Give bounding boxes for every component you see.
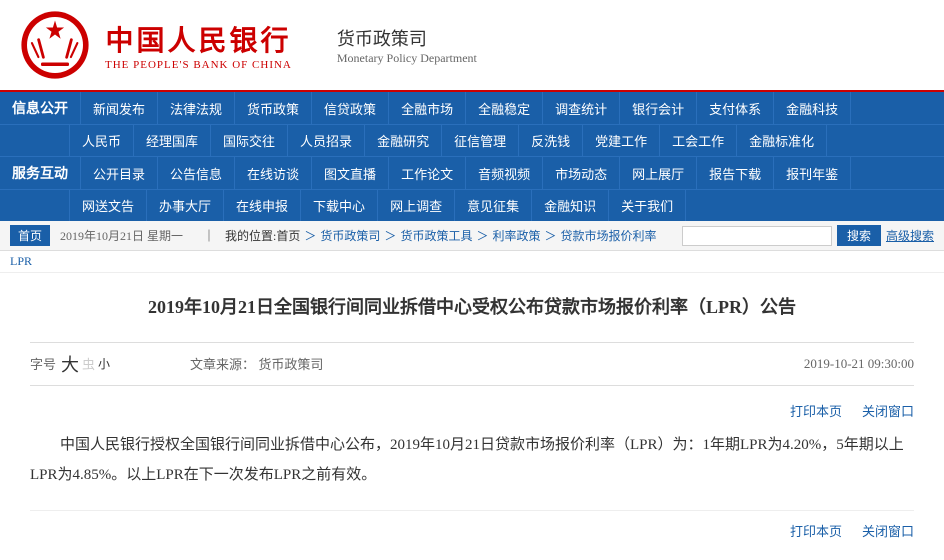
dept-info: 货币政策司 Monetary Policy Department: [337, 25, 477, 66]
breadcrumb-links: ＞ 货币政策司 ＞ 货币政策工具 ＞ 利率政策 ＞ 贷款市场报价利率: [300, 227, 656, 244]
breadcrumb-path-3[interactable]: 利率政策: [492, 227, 540, 244]
nav-row-4: 网送文告 办事大厅 在线申报 下载中心 网上调查 意见征集 金融知识 关于我们: [0, 189, 944, 221]
nav-dangji[interactable]: 党建工作: [583, 125, 660, 156]
nav-xindai[interactable]: 信贷政策: [312, 92, 389, 124]
nav-yinhang-kuaiji[interactable]: 银行会计: [620, 92, 697, 124]
navigation: 信息公开 新闻发布 法律法规 货币政策 信贷政策 全融市场 全融稳定 调查统计 …: [0, 92, 944, 221]
nav-jinrong-research[interactable]: 金融研究: [365, 125, 442, 156]
bank-name-en: THE PEOPLE'S BANK OF CHINA: [105, 59, 292, 71]
nav-wangshang[interactable]: 网上展厅: [620, 157, 697, 189]
nav-label-info: 信息公开: [0, 92, 81, 124]
breadcrumb-sep4: ＞: [544, 227, 556, 244]
article-meta: 字号 大 虫 小 文章来源： 货币政策司 2019-10-21 09:30:00: [30, 342, 914, 386]
advanced-search-link[interactable]: 高级搜索: [886, 227, 934, 244]
nav-jinrong-stable[interactable]: 全融稳定: [466, 92, 543, 124]
nav-row-3: 服务互动 公开目录 公告信息 在线访谈 图文直播 工作论文 音频视频 市场动态 …: [0, 156, 944, 189]
article-title: 2019年10月21日全国银行间同业拆借中心受权公布贷款市场报价利率（LPR）公…: [30, 293, 914, 322]
nav-zaixian-fangtan[interactable]: 在线访谈: [235, 157, 312, 189]
nav-xinwen[interactable]: 新闻发布: [81, 92, 158, 124]
logo-text: 中国人民银行 THE PEOPLE'S BANK OF CHINA: [105, 19, 292, 71]
nav-row-2: 人民币 经理国库 国际交往 人员招录 金融研究 征信管理 反洗钱 党建工作 工会…: [0, 124, 944, 156]
nav-falv[interactable]: 法律法规: [158, 92, 235, 124]
nav-shichang[interactable]: 市场动态: [543, 157, 620, 189]
nav-yijian[interactable]: 意见征集: [455, 190, 532, 221]
nav-zhifu[interactable]: 支付体系: [697, 92, 774, 124]
nav-tuwen[interactable]: 图文直播: [312, 157, 389, 189]
close-link-top[interactable]: 关闭窗口: [862, 401, 914, 420]
nav-wangshang-diaocha[interactable]: 网上调查: [378, 190, 455, 221]
breadcrumb-sep2: ＞: [384, 227, 396, 244]
breadcrumb-sep-arrow: ＞: [304, 227, 316, 244]
home-button[interactable]: 首页: [10, 225, 50, 246]
bank-name-cn: 中国人民银行: [105, 19, 291, 59]
nav-gonggao[interactable]: 公告信息: [158, 157, 235, 189]
print-link-bottom[interactable]: 打印本页: [790, 521, 842, 540]
nav-banshe[interactable]: 办事大厅: [147, 190, 224, 221]
logo-area: 中国人民银行 THE PEOPLE'S BANK OF CHINA 货币政策司 …: [20, 10, 477, 80]
nav-baogao[interactable]: 报告下载: [697, 157, 774, 189]
nav-biaozhun[interactable]: 金融标准化: [737, 125, 827, 156]
nav-guanyu[interactable]: 关于我们: [609, 190, 686, 221]
nav-yinpin[interactable]: 音频视频: [466, 157, 543, 189]
nav-diaocha[interactable]: 调查统计: [543, 92, 620, 124]
nav-renminbi[interactable]: 人民币: [70, 125, 134, 156]
article-content: 2019年10月21日全国银行间同业拆借中心受权公布贷款市场报价利率（LPR）公…: [0, 273, 944, 560]
search-button[interactable]: 搜索: [837, 225, 881, 246]
nav-renlu[interactable]: 人员招录: [288, 125, 365, 156]
nav-xiazai[interactable]: 下载中心: [301, 190, 378, 221]
nav-zaixian-shenbao[interactable]: 在线申报: [224, 190, 301, 221]
breadcrumb-date: 2019年10月21日 星期一: [60, 227, 183, 244]
nav-jinrong-market[interactable]: 全融市场: [389, 92, 466, 124]
nav-items-row3: 公开目录 公告信息 在线访谈 图文直播 工作论文 音频视频 市场动态 网上展厅 …: [81, 157, 944, 189]
close-link-bottom[interactable]: 关闭窗口: [862, 521, 914, 540]
font-large-btn[interactable]: 大: [61, 351, 79, 377]
nav-baogan[interactable]: 报刊年鉴: [774, 157, 851, 189]
page-header: 中国人民银行 THE PEOPLE'S BANK OF CHINA 货币政策司 …: [0, 0, 944, 92]
source-label: 文章来源：: [190, 357, 255, 372]
breadcrumb-my-location: 我的位置:首页: [225, 227, 300, 244]
nav-zhengxin[interactable]: 征信管理: [442, 125, 519, 156]
nav-guoku[interactable]: 经理国库: [134, 125, 211, 156]
nav-lunwen[interactable]: 工作论文: [389, 157, 466, 189]
article-body: 中国人民银行授权全国银行间同业拆借中心公布，2019年10月21日贷款市场报价利…: [30, 430, 914, 490]
font-small-btn[interactable]: 小: [98, 355, 110, 372]
dept-name-cn: 货币政策司: [337, 25, 477, 51]
action-bar-top: 打印本页 关闭窗口: [30, 401, 914, 420]
breadcrumb-path-2[interactable]: 货币政策工具: [400, 227, 472, 244]
action-bar-bottom: 打印本页 关闭窗口: [30, 510, 914, 540]
breadcrumb-path-1[interactable]: 货币政策司: [320, 227, 380, 244]
nav-jinrong-zhishi[interactable]: 金融知识: [532, 190, 609, 221]
breadcrumb-sep3: ＞: [476, 227, 488, 244]
nav-label-service: 服务互动: [0, 157, 81, 189]
lpr-label[interactable]: LPR: [10, 254, 32, 268]
article-source: 文章来源： 货币政策司: [190, 354, 323, 373]
nav-fanxi[interactable]: 反洗钱: [519, 125, 583, 156]
nav-gongkai-mulu[interactable]: 公开目录: [81, 157, 158, 189]
nav-guoji[interactable]: 国际交往: [211, 125, 288, 156]
nav-items-row4: 网送文告 办事大厅 在线申报 下载中心 网上调查 意见征集 金融知识 关于我们: [70, 190, 944, 221]
bank-emblem: [20, 10, 90, 80]
search-area: 搜索 高级搜索: [682, 225, 934, 246]
nav-items-row1: 新闻发布 法律法规 货币政策 信贷政策 全融市场 全融稳定 调查统计 银行会计 …: [81, 92, 944, 124]
breadcrumb-lpr: LPR: [0, 251, 944, 273]
breadcrumb-path-4[interactable]: 贷款市场报价利率: [561, 227, 657, 244]
print-link-top[interactable]: 打印本页: [790, 401, 842, 420]
source-value: 货币政策司: [258, 357, 323, 372]
nav-wangsong[interactable]: 网送文告: [70, 190, 147, 221]
article-date: 2019-10-21 09:30:00: [804, 356, 914, 372]
search-input[interactable]: [682, 226, 832, 246]
breadcrumb-separator1: ｜: [203, 227, 215, 244]
nav-items-row2: 人民币 经理国库 国际交往 人员招录 金融研究 征信管理 反洗钱 党建工作 工会…: [70, 125, 944, 156]
nav-gonghui[interactable]: 工会工作: [660, 125, 737, 156]
font-size-label: 字号: [30, 354, 56, 373]
nav-jinrong-tech[interactable]: 金融科技: [774, 92, 851, 124]
nav-huobi[interactable]: 货币政策: [235, 92, 312, 124]
nav-row-1: 信息公开 新闻发布 法律法规 货币政策 信贷政策 全融市场 全融稳定 调查统计 …: [0, 92, 944, 124]
dept-name-en: Monetary Policy Department: [337, 51, 477, 66]
breadcrumb-bar: 首页 2019年10月21日 星期一 ｜ 我的位置:首页 ＞ 货币政策司 ＞ 货…: [0, 221, 944, 251]
